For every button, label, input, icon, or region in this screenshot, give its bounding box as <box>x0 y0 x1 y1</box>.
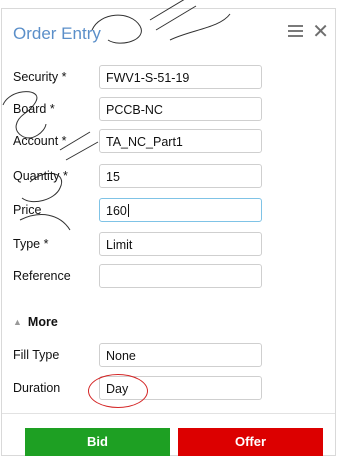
text-caret <box>127 204 129 217</box>
reference-label: Reference <box>13 269 71 283</box>
price-label: Price <box>13 203 42 217</box>
account-label: Account * <box>13 134 67 148</box>
panel-header: Order Entry ✕ <box>2 9 335 57</box>
board-row: Board * PCCB-NC <box>2 97 335 121</box>
security-label: Security * <box>13 70 67 84</box>
order-entry-panel: Order Entry ✕ Security * FWV1-S-51-19 Bo… <box>1 8 336 456</box>
bid-button[interactable]: Bid <box>25 428 170 456</box>
triangle-up-icon: ▲ <box>13 317 22 327</box>
panel-title: Order Entry <box>13 24 101 43</box>
duration-field[interactable]: Day <box>99 376 262 400</box>
hamburger-menu-icon[interactable] <box>288 25 304 39</box>
type-row: Type * Limit <box>2 232 335 256</box>
close-icon[interactable]: ✕ <box>312 22 329 42</box>
divider <box>2 413 335 414</box>
quantity-label: Quantity * <box>13 169 68 183</box>
price-row: Price 160 <box>2 198 335 222</box>
type-field[interactable]: Limit <box>99 232 262 256</box>
type-label: Type * <box>13 237 49 251</box>
price-value: 160 <box>106 204 127 218</box>
more-label: More <box>27 315 58 329</box>
board-field[interactable]: PCCB-NC <box>99 97 262 121</box>
board-label: Board * <box>13 102 55 116</box>
price-field[interactable]: 160 <box>99 198 262 222</box>
account-row: Account * TA_NC_Part1 <box>2 129 335 153</box>
quantity-field[interactable]: 15 <box>99 164 262 188</box>
offer-button[interactable]: Offer <box>178 428 323 456</box>
reference-row: Reference <box>2 264 335 288</box>
fill-type-field[interactable]: None <box>99 343 262 367</box>
security-row: Security * FWV1-S-51-19 <box>2 65 335 89</box>
duration-row: Duration Day <box>2 376 335 400</box>
reference-field[interactable] <box>99 264 262 288</box>
quantity-row: Quantity * 15 <box>2 164 335 188</box>
header-actions: ✕ <box>288 22 329 42</box>
account-field[interactable]: TA_NC_Part1 <box>99 129 262 153</box>
fill-type-label: Fill Type <box>13 348 60 362</box>
duration-label: Duration <box>13 381 61 395</box>
more-toggle[interactable]: ▲ More <box>13 315 58 329</box>
fill-type-row: Fill Type None <box>2 343 335 367</box>
security-field[interactable]: FWV1-S-51-19 <box>99 65 262 89</box>
